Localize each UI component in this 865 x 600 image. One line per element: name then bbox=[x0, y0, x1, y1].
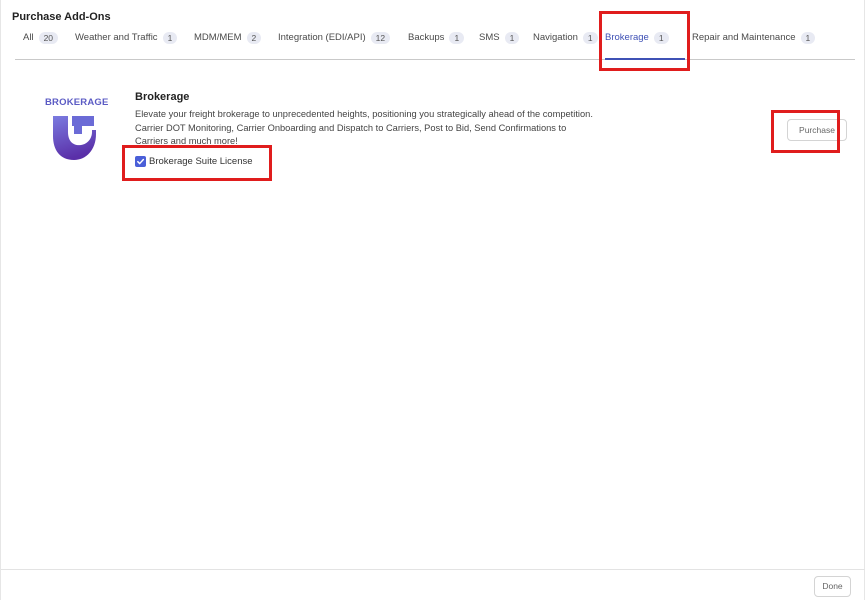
tab-mdm-mem[interactable]: MDM/MEM 2 bbox=[194, 28, 262, 59]
tab-backups[interactable]: Backups 1 bbox=[408, 28, 465, 59]
category-tabs: All 20 Weather and Traffic 1 MDM/MEM 2 I… bbox=[15, 28, 855, 60]
tab-weather-and-traffic[interactable]: Weather and Traffic 1 bbox=[75, 28, 178, 59]
license-label: Brokerage Suite License bbox=[149, 156, 253, 167]
tab-label: Backups bbox=[408, 32, 445, 43]
purchase-addons-modal: Purchase Add-Ons All 20 Weather and Traf… bbox=[0, 0, 865, 600]
modal-title: Purchase Add-Ons bbox=[12, 11, 111, 23]
modal-footer bbox=[1, 569, 865, 600]
addon-title: Brokerage bbox=[135, 91, 190, 103]
tab-count-badge: 1 bbox=[504, 32, 520, 44]
tab-count-badge: 1 bbox=[449, 32, 465, 44]
brokerage-logo-text: BROKERAGE bbox=[45, 97, 109, 108]
tab-label: Navigation bbox=[533, 32, 578, 43]
tab-label: Repair and Maintenance bbox=[692, 32, 796, 43]
checkmark-icon bbox=[137, 158, 145, 165]
tab-integration[interactable]: Integration (EDI/API) 12 bbox=[278, 28, 391, 59]
purchase-button[interactable]: Purchase bbox=[787, 119, 847, 141]
tab-label: All bbox=[23, 32, 34, 43]
tab-count-badge: 12 bbox=[370, 32, 391, 44]
license-checkbox[interactable] bbox=[135, 156, 146, 167]
tab-label: SMS bbox=[479, 32, 500, 43]
tab-label: Integration (EDI/API) bbox=[278, 32, 366, 43]
tab-repair-and-maintenance[interactable]: Repair and Maintenance 1 bbox=[692, 28, 816, 59]
tab-label: Weather and Traffic bbox=[75, 32, 158, 43]
tab-brokerage[interactable]: Brokerage 1 bbox=[605, 28, 685, 60]
addon-description: Elevate your freight brokerage to unprec… bbox=[135, 109, 593, 146]
tab-label: MDM/MEM bbox=[194, 32, 242, 43]
tab-label: Brokerage bbox=[605, 32, 649, 43]
tab-count-badge: 1 bbox=[162, 32, 178, 44]
done-button[interactable]: Done bbox=[814, 576, 851, 597]
tab-navigation[interactable]: Navigation 1 bbox=[533, 28, 598, 59]
tab-count-badge: 20 bbox=[38, 32, 59, 44]
brokerage-shield-logo-icon bbox=[53, 116, 96, 160]
tab-count-badge: 1 bbox=[800, 32, 816, 44]
tab-sms[interactable]: SMS 1 bbox=[479, 28, 520, 59]
tab-all[interactable]: All 20 bbox=[23, 28, 59, 59]
tab-count-badge: 1 bbox=[653, 32, 669, 44]
tab-count-badge: 1 bbox=[582, 32, 598, 44]
tab-count-badge: 2 bbox=[246, 32, 262, 44]
license-option[interactable]: Brokerage Suite License bbox=[135, 156, 253, 167]
addon-card-brokerage: BROKERAGE Brokerage Elevate your freight… bbox=[41, 90, 851, 180]
